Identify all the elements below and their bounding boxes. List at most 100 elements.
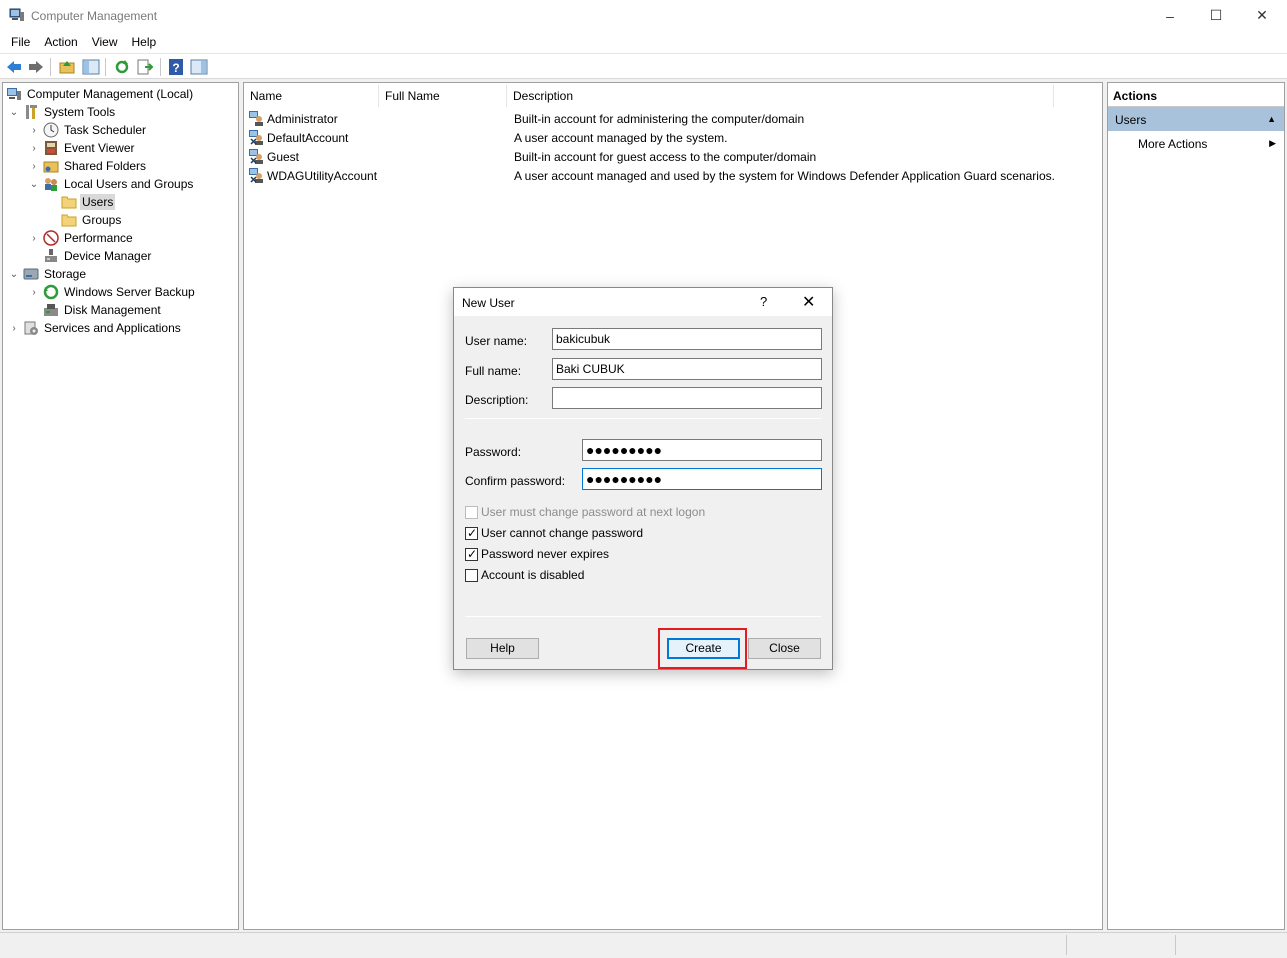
actions-section-users[interactable]: Users ▲ bbox=[1108, 107, 1284, 131]
must-change-password-checkbox[interactable]: User must change password at next logon bbox=[465, 504, 705, 520]
chevron-right-icon[interactable]: › bbox=[28, 286, 40, 298]
export-list-icon[interactable] bbox=[136, 58, 154, 76]
actions-pane: Actions Users ▲ More Actions ▶ bbox=[1107, 82, 1285, 930]
username-field[interactable]: bakicubuk bbox=[552, 328, 822, 350]
tree-item-device-manager[interactable]: Device Manager bbox=[43, 247, 153, 265]
column-header-description[interactable]: Description bbox=[513, 89, 573, 103]
description-field[interactable] bbox=[552, 387, 822, 409]
show-hide-console-tree-icon[interactable] bbox=[82, 58, 100, 76]
tree-item-disk-management[interactable]: Disk Management bbox=[43, 301, 163, 319]
tree-item-shared-folders[interactable]: › Shared Folders bbox=[28, 157, 148, 175]
event-viewer-icon bbox=[45, 141, 57, 155]
tree-item-performance[interactable]: › Performance bbox=[28, 229, 135, 247]
fullname-label: Full name: bbox=[465, 364, 522, 378]
chevron-right-icon[interactable]: › bbox=[8, 322, 20, 334]
list-header: Name Full Name Description bbox=[244, 83, 1102, 107]
menu-bar: File Action View Help bbox=[0, 31, 1287, 53]
password-field[interactable]: ●●●●●●●●● bbox=[582, 439, 822, 461]
svg-text:?: ? bbox=[172, 61, 179, 75]
chevron-right-icon[interactable]: › bbox=[28, 232, 40, 244]
checkbox-box[interactable]: ✓ bbox=[465, 526, 478, 540]
list-item[interactable]: DefaultAccount A user account managed by… bbox=[248, 128, 1098, 147]
menu-action[interactable]: Action bbox=[37, 31, 84, 53]
dialog-close-icon[interactable]: ✕ bbox=[802, 292, 815, 312]
minimize-button[interactable]: – bbox=[1147, 0, 1193, 31]
user-account-icon bbox=[249, 111, 263, 126]
up-folder-icon[interactable] bbox=[58, 58, 76, 76]
column-header-name[interactable]: Name bbox=[250, 89, 282, 103]
divider bbox=[465, 616, 821, 617]
tree-item-system-tools[interactable]: ⌄ System Tools bbox=[8, 103, 117, 121]
confirm-password-field[interactable]: ●●●●●●●●● bbox=[582, 468, 822, 490]
back-arrow-icon[interactable] bbox=[5, 58, 23, 76]
close-dialog-button[interactable]: Close bbox=[748, 638, 821, 659]
fullname-field[interactable]: Baki CUBUK bbox=[552, 358, 822, 380]
device-manager-icon bbox=[45, 249, 57, 262]
chevron-down-icon[interactable]: ⌄ bbox=[8, 106, 20, 118]
confirm-password-label: Confirm password: bbox=[465, 474, 566, 488]
list-item[interactable]: WDAGUtilityAccount A user account manage… bbox=[248, 166, 1098, 185]
maximize-button[interactable]: ☐ bbox=[1193, 0, 1239, 31]
list-item[interactable]: Administrator Built-in account for admin… bbox=[248, 109, 1098, 128]
tree-label: Disk Management bbox=[64, 303, 161, 317]
menu-view[interactable]: View bbox=[85, 31, 125, 53]
check-mark-icon: ✓ bbox=[467, 546, 478, 561]
chevron-right-icon[interactable]: › bbox=[28, 142, 40, 154]
tree-item-root[interactable]: Computer Management (Local) bbox=[6, 85, 195, 103]
refresh-icon[interactable] bbox=[113, 58, 131, 76]
users-group-icon bbox=[45, 178, 57, 191]
chevron-down-icon[interactable]: ⌄ bbox=[8, 268, 20, 280]
cannot-change-password-checkbox[interactable]: ✓ User cannot change password bbox=[465, 525, 643, 541]
actions-section-label: Users bbox=[1115, 113, 1147, 127]
forward-arrow-icon[interactable] bbox=[27, 58, 45, 76]
account-disabled-checkbox[interactable]: Account is disabled bbox=[465, 567, 584, 583]
console-tree: Computer Management (Local) ⌄ System Too… bbox=[2, 82, 239, 930]
chevron-right-icon[interactable]: › bbox=[28, 124, 40, 136]
more-actions-item[interactable]: More Actions bbox=[1138, 137, 1207, 151]
actions-title: Actions bbox=[1108, 83, 1284, 107]
tree-label: Storage bbox=[44, 267, 87, 281]
password-never-expires-checkbox[interactable]: ✓ Password never expires bbox=[465, 546, 609, 562]
checkbox-box[interactable] bbox=[465, 568, 478, 582]
tree-item-services-apps[interactable]: › Services and Applications bbox=[8, 319, 183, 337]
disk-management-icon bbox=[44, 304, 58, 316]
checkbox-label: Password never expires bbox=[481, 547, 610, 561]
tree-item-groups[interactable]: Groups bbox=[61, 211, 123, 229]
user-description: Built-in account for guest access to the… bbox=[514, 150, 817, 164]
user-account-disabled-icon bbox=[249, 149, 263, 164]
collapse-up-icon[interactable]: ▲ bbox=[1267, 114, 1276, 124]
checkbox-box[interactable]: ✓ bbox=[465, 546, 478, 561]
show-hide-action-pane-icon[interactable] bbox=[190, 58, 208, 76]
user-description: Built-in account for administering the c… bbox=[514, 112, 805, 126]
close-icon: ✕ bbox=[1256, 7, 1268, 23]
column-header-full-name[interactable]: Full Name bbox=[385, 89, 440, 103]
new-user-dialog: New User ? ✕ User name: bakicubuk Full n… bbox=[453, 287, 833, 670]
chevron-down-icon[interactable]: ⌄ bbox=[28, 178, 40, 190]
list-item[interactable]: Guest Built-in account for guest access … bbox=[248, 147, 1098, 166]
tree-item-event-viewer[interactable]: › Event Viewer bbox=[28, 139, 136, 157]
maximize-icon: ☐ bbox=[1209, 7, 1223, 23]
tree-item-windows-server-backup[interactable]: › Windows Server Backup bbox=[28, 283, 197, 301]
tree-item-storage[interactable]: ⌄ Storage bbox=[8, 265, 88, 283]
help-button[interactable]: Help bbox=[466, 638, 539, 659]
user-name: Administrator bbox=[267, 112, 338, 126]
tree-label: Groups bbox=[82, 213, 122, 227]
checkbox-label: Account is disabled bbox=[481, 568, 585, 582]
menu-help[interactable]: Help bbox=[125, 31, 164, 53]
clock-icon bbox=[43, 122, 59, 138]
dialog-help-icon[interactable]: ? bbox=[760, 294, 767, 309]
tree-item-task-scheduler[interactable]: › Task Scheduler bbox=[28, 121, 148, 139]
folder-icon bbox=[61, 196, 77, 209]
tree-item-users[interactable]: Users bbox=[61, 193, 116, 211]
close-button[interactable]: ✕ bbox=[1239, 0, 1285, 31]
help-icon[interactable]: ? bbox=[167, 58, 185, 76]
tree-item-local-users-groups[interactable]: ⌄ Local Users and Groups bbox=[28, 175, 195, 193]
folder-icon bbox=[61, 214, 77, 227]
create-button-highlight bbox=[658, 628, 747, 669]
chevron-right-icon[interactable]: › bbox=[28, 160, 40, 172]
menu-file[interactable]: File bbox=[4, 31, 37, 53]
backup-icon bbox=[43, 284, 59, 300]
user-description: A user account managed and used by the s… bbox=[514, 169, 1055, 183]
checkbox-box[interactable] bbox=[465, 505, 478, 519]
submenu-arrow-icon: ▶ bbox=[1269, 138, 1276, 148]
